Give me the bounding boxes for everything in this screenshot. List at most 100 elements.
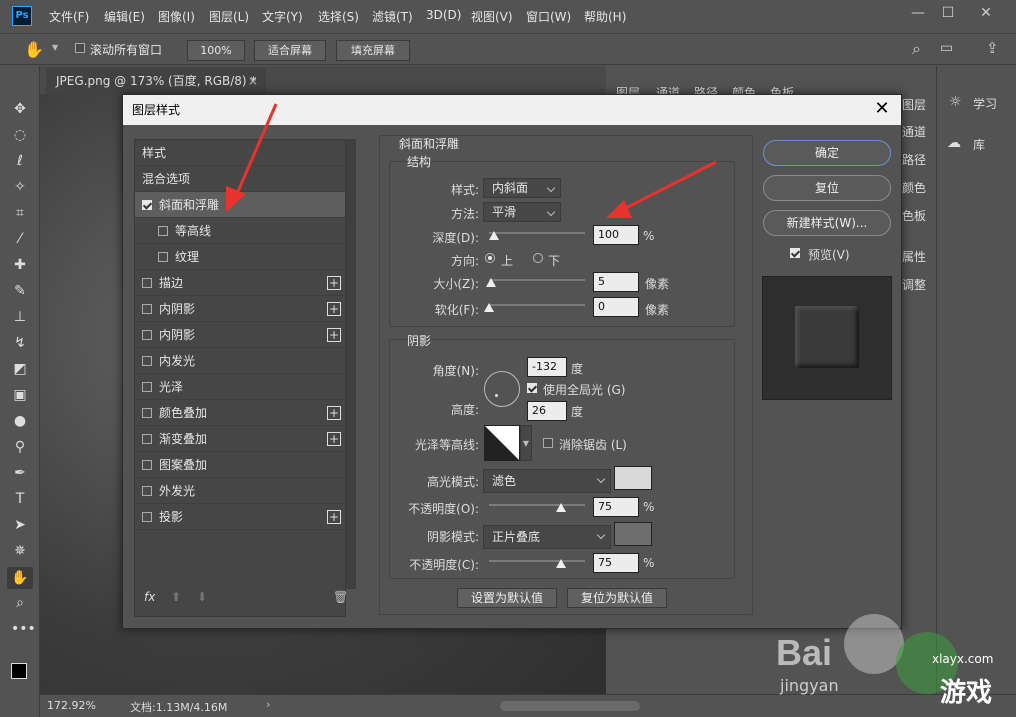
marquee-tool-icon[interactable]: ◌	[11, 126, 29, 144]
style-item-checkbox[interactable]	[158, 226, 168, 236]
style-item[interactable]: 内发光	[135, 348, 345, 374]
more-tools-icon[interactable]: •••	[11, 620, 36, 638]
move-tool-icon[interactable]: ✥	[11, 100, 29, 118]
gloss-contour-picker[interactable]	[484, 425, 520, 461]
minimize-icon[interactable]: —	[904, 2, 932, 24]
style-list-scrollbar[interactable]	[346, 139, 356, 589]
side-item-properties[interactable]: 属性	[902, 248, 926, 265]
menu-help[interactable]: 帮助(H)	[584, 8, 626, 25]
zoom-tool-icon[interactable]: ⌕	[11, 594, 29, 612]
style-item-checkbox[interactable]	[142, 512, 152, 522]
type-tool-icon[interactable]: T	[11, 490, 29, 508]
depth-slider-thumb[interactable]	[489, 231, 499, 240]
bevel-style-select[interactable]: 内斜面	[483, 178, 561, 198]
ok-button[interactable]: 确定	[763, 140, 891, 166]
menu-type[interactable]: 文字(Y)	[262, 8, 303, 25]
share-icon[interactable]: ⇪	[986, 39, 999, 57]
menu-file[interactable]: 文件(F)	[49, 8, 89, 25]
direction-down-radio[interactable]	[533, 253, 543, 263]
chevron-right-icon[interactable]: ›	[266, 698, 270, 711]
style-item-checkbox[interactable]	[142, 278, 152, 288]
fit-screen-button[interactable]: 适合屏幕	[254, 40, 326, 61]
add-style-icon[interactable]: +	[327, 276, 341, 290]
global-light-checkbox[interactable]	[527, 383, 537, 393]
angle-dial[interactable]	[484, 371, 520, 407]
shadow-opacity-input[interactable]: 75	[593, 553, 639, 573]
side-item-adjustments[interactable]: 调整	[902, 276, 926, 293]
soften-input[interactable]: 0	[593, 297, 639, 317]
style-item[interactable]: 斜面和浮雕	[135, 192, 345, 218]
move-down-icon[interactable]: ⬇	[197, 590, 207, 604]
contour-dropdown-icon[interactable]: ▼	[520, 425, 532, 461]
menu-filter[interactable]: 滤镜(T)	[372, 8, 413, 25]
new-style-button[interactable]: 新建样式(W)...	[763, 210, 891, 236]
horizontal-scrollbar[interactable]	[500, 701, 640, 711]
fill-screen-button[interactable]: 填充屏幕	[336, 40, 410, 61]
menu-3d[interactable]: 3D(D)	[426, 8, 461, 22]
style-item[interactable]: 渐变叠加 +	[135, 426, 345, 452]
brush-tool-icon[interactable]: ✎	[11, 282, 29, 300]
style-item[interactable]: 描边 +	[135, 270, 345, 296]
close-window-icon[interactable]: ✕	[972, 2, 1000, 24]
close-tab-icon[interactable]: ×	[248, 68, 258, 94]
search-icon[interactable]: ⌕	[912, 39, 921, 59]
healing-brush-icon[interactable]: ✚	[11, 256, 29, 274]
size-slider[interactable]	[486, 278, 585, 287]
shadow-color-swatch[interactable]	[614, 522, 652, 546]
altitude-input[interactable]: 26	[527, 401, 567, 421]
library-panel-label[interactable]: 库	[973, 136, 985, 153]
highlight-opacity-thumb[interactable]	[556, 503, 566, 512]
side-item-color[interactable]: 颜色	[902, 179, 926, 196]
side-item-layers[interactable]: 图层	[902, 96, 926, 113]
blending-options-item[interactable]: 混合选项	[135, 166, 345, 192]
soften-slider[interactable]	[484, 303, 585, 312]
menu-view[interactable]: 视图(V)	[471, 8, 513, 25]
style-item-checkbox[interactable]	[142, 460, 152, 470]
scroll-all-checkbox[interactable]	[75, 43, 85, 53]
style-item-checkbox[interactable]	[142, 356, 152, 366]
document-tab[interactable]: JPEG.png @ 173% (百度, RGB/8) * ×	[46, 68, 266, 94]
lasso-tool-icon[interactable]: ℓ	[11, 152, 29, 170]
style-item[interactable]: 等高线	[135, 218, 345, 244]
style-item-checkbox[interactable]	[142, 330, 152, 340]
reset-default-button[interactable]: 复位为默认值	[567, 588, 667, 608]
blur-tool-icon[interactable]: ●	[11, 412, 29, 430]
shape-tool-icon[interactable]: ✵	[11, 542, 29, 560]
maximize-icon[interactable]: ☐	[934, 2, 962, 24]
style-item[interactable]: 外发光	[135, 478, 345, 504]
style-item-checkbox[interactable]	[142, 434, 152, 444]
technique-select[interactable]: 平滑	[483, 202, 561, 222]
reset-button[interactable]: 复位	[763, 175, 891, 201]
style-item-checkbox[interactable]	[158, 252, 168, 262]
add-style-icon[interactable]: +	[327, 328, 341, 342]
style-item-checkbox[interactable]	[142, 200, 152, 210]
dodge-tool-icon[interactable]: ⚲	[11, 438, 29, 456]
move-up-icon[interactable]: ⬆	[171, 590, 181, 604]
direction-up-radio[interactable]	[485, 253, 495, 263]
style-item[interactable]: 光泽	[135, 374, 345, 400]
side-item-channels[interactable]: 通道	[902, 123, 926, 140]
preview-checkbox[interactable]	[790, 248, 800, 258]
menu-select[interactable]: 选择(S)	[318, 8, 359, 25]
history-brush-icon[interactable]: ↯	[11, 334, 29, 352]
shadow-opacity-thumb[interactable]	[556, 559, 566, 568]
menu-image[interactable]: 图像(I)	[158, 8, 195, 25]
fx-icon[interactable]: fx	[144, 590, 155, 604]
side-item-paths[interactable]: 路径	[902, 151, 926, 168]
depth-input[interactable]: 100	[593, 225, 639, 245]
hand-tool-active-icon[interactable]: ✋	[7, 567, 33, 589]
foreground-color-swatch[interactable]	[11, 663, 27, 679]
gradient-tool-icon[interactable]: ▣	[11, 386, 29, 404]
add-style-icon[interactable]: +	[327, 406, 341, 420]
chevron-down-icon[interactable]: ▼	[52, 43, 58, 52]
style-item-checkbox[interactable]	[142, 304, 152, 314]
size-input[interactable]: 5	[593, 272, 639, 292]
add-style-icon[interactable]: +	[327, 510, 341, 524]
add-style-icon[interactable]: +	[327, 432, 341, 446]
eraser-tool-icon[interactable]: ◩	[11, 360, 29, 378]
menu-edit[interactable]: 编辑(E)	[104, 8, 145, 25]
learn-panel-label[interactable]: 学习	[973, 95, 997, 112]
crop-tool-icon[interactable]: ⌗	[11, 204, 29, 222]
menu-window[interactable]: 窗口(W)	[526, 8, 571, 25]
dialog-close-icon[interactable]: ✕	[871, 98, 893, 120]
